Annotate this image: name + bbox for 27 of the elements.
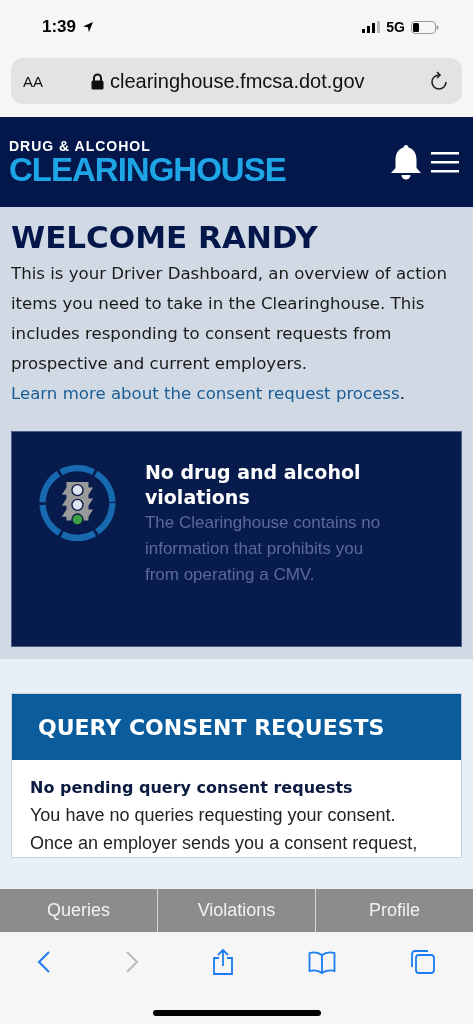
card-subtitle: No pending query consent requests	[30, 778, 354, 797]
consent-process-link[interactable]: request process	[267, 384, 400, 403]
tabs-icon[interactable]	[410, 949, 437, 975]
welcome-heading: WELCOME RANDY	[11, 219, 319, 255]
intro-paragraph: This is your Driver Dashboard, an overview of action items you need to take in the Clearinghouse. This includes responding to consent requests from prospective and current employers. Learn more about the consent request process.	[11, 263, 448, 405]
status-description: The Clearinghouse contains no information that prohibits you from operating a CMV.	[144, 512, 382, 586]
battery-icon	[411, 20, 439, 34]
menu-icon[interactable]	[431, 151, 459, 173]
back-icon[interactable]	[36, 950, 51, 974]
card-title: QUERY CONSENT REQUESTS	[38, 714, 385, 740]
signal-icon	[362, 21, 381, 33]
reload-icon[interactable]	[430, 71, 448, 91]
text-size-button[interactable]: AA	[23, 72, 83, 90]
status-title: No drug and alcohol violations	[144, 460, 362, 510]
location-arrow-icon	[82, 21, 95, 33]
bell-icon[interactable]	[389, 143, 423, 181]
clock-time: 1:39	[42, 17, 77, 37]
card-description: You have no queries requesting your consent. Once an employer sends you a consent request,	[30, 804, 419, 855]
consent-process-link[interactable]: Learn more about the consent	[11, 384, 263, 403]
share-icon[interactable]	[212, 948, 235, 976]
network-label: 5G	[386, 19, 405, 35]
lock-icon	[91, 72, 104, 90]
logo-tagline: DRUG & ALCOHOL	[9, 138, 152, 154]
logo-wordmark: CLEARINGHOUSE	[9, 153, 286, 186]
address-bar[interactable]: AA clearinghouse.fmcsa.dot.gov	[11, 58, 462, 104]
url-text: clearinghouse.fmcsa.dot.gov	[110, 69, 365, 93]
bookmarks-icon[interactable]	[308, 950, 337, 974]
